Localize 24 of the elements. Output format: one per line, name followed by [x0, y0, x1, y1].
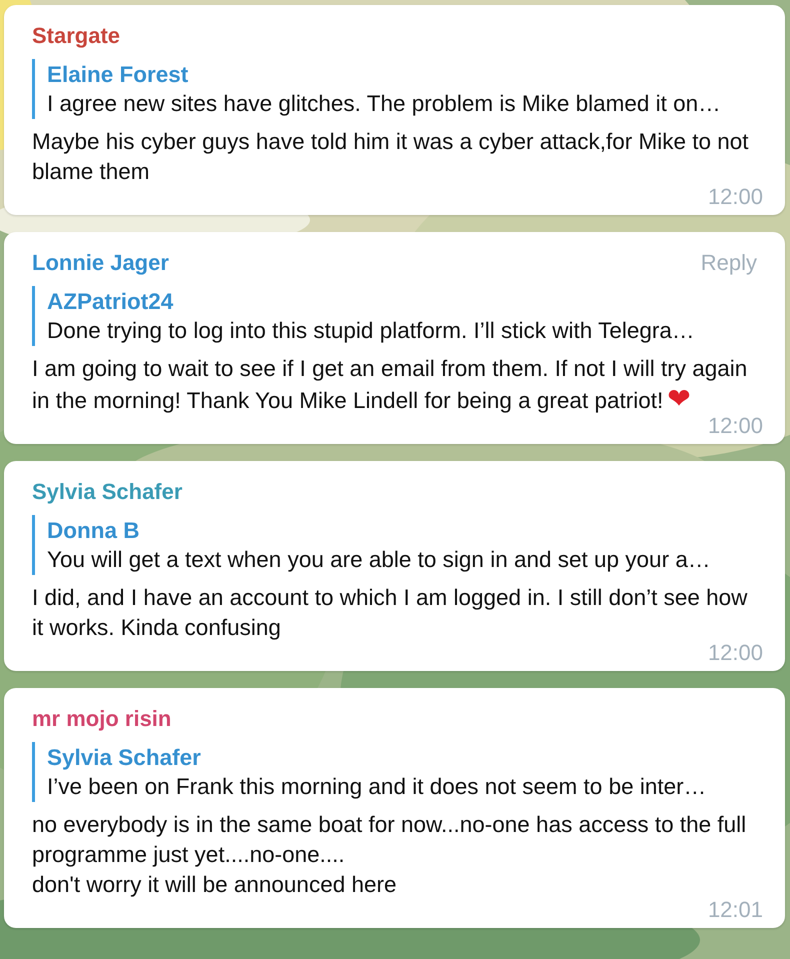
quoted-sender: AZPatriot24	[47, 288, 174, 316]
message-text: Maybe his cyber guys have told him it was a cyber attack,for Mike to not blame them	[32, 128, 750, 186]
quoted-reply[interactable]: AZPatriot24 Done trying to log into this stupid platform. I’ll stick with Telegra…	[32, 286, 757, 346]
message-text: I am going to wait to see if I get an email from them. If not I will try again in the morning! Thank You Mike Lindell for being a great patriot!❤	[32, 355, 748, 416]
quoted-text: I agree new sites have glitches. The problem is Mike blamed it on…	[47, 90, 722, 118]
quoted-text: Done trying to log into this stupid platform. I’ll stick with Telegra…	[47, 317, 696, 345]
quoted-text: You will get a text when you are able to sign in and set up your a…	[47, 546, 712, 574]
quoted-reply[interactable]: Sylvia Schafer I’ve been on Frank this morning and it does not seem to be inter…	[32, 742, 757, 802]
message-text: I did, and I have an account to which I am logged in. I still don’t see how it works. Kinda confusing	[32, 584, 748, 642]
quoted-sender: Sylvia Schafer	[47, 744, 202, 772]
message-time: 12:00	[708, 416, 763, 436]
quoted-reply[interactable]: Elaine Forest I agree new sites have glitches. The problem is Mike blamed it on…	[32, 59, 757, 119]
message-time: 12:00	[708, 643, 763, 663]
quoted-text: I’ve been on Frank this morning and it does not seem to be inter…	[47, 773, 708, 801]
sender-name[interactable]: Sylvia Schafer	[32, 479, 182, 505]
sender-name[interactable]: Lonnie Jager	[32, 250, 169, 276]
quoted-sender: Elaine Forest	[47, 61, 190, 89]
quoted-sender: Donna B	[47, 517, 140, 545]
quoted-reply[interactable]: Donna B You will get a text when you are able to sign in and set up your a…	[32, 515, 757, 575]
message-text: no everybody is in the same boat for now...no-one has access to the full programme just yet....no-one.... don't worry it will be announced here	[32, 811, 748, 899]
sender-name[interactable]: Stargate	[32, 23, 120, 49]
message-time: 12:00	[708, 187, 763, 207]
message-time: 12:01	[708, 900, 763, 920]
sender-name[interactable]: mr mojo risin	[32, 706, 172, 732]
